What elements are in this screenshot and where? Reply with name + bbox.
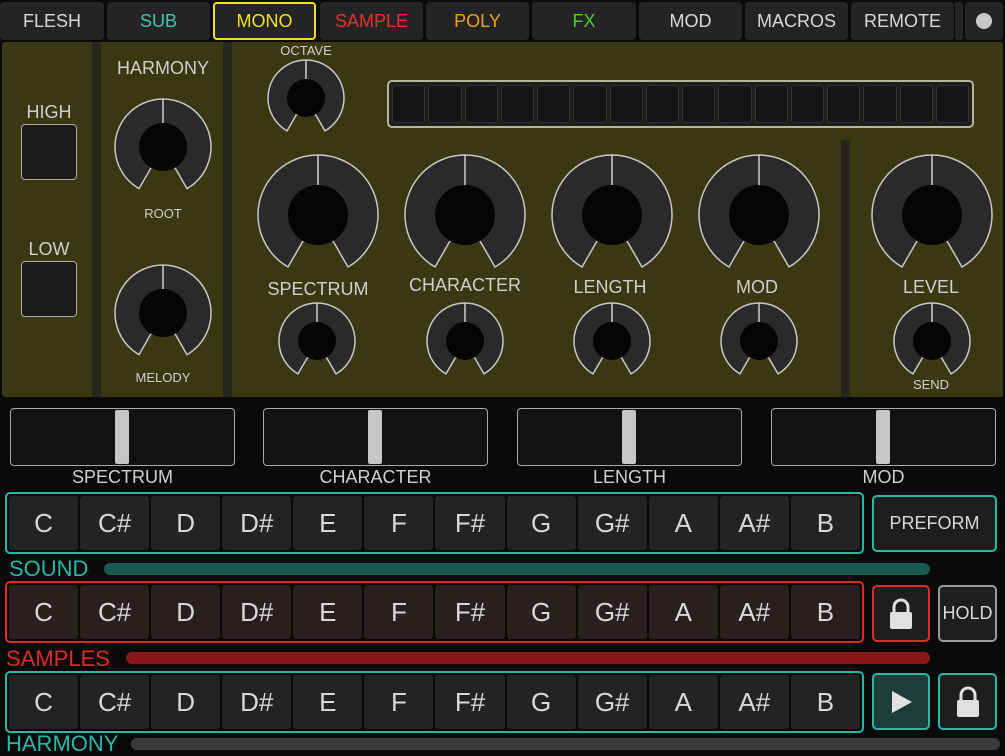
samples-key-g[interactable]: G [506, 585, 576, 639]
sound-key-b[interactable]: B [790, 496, 860, 550]
samples-key-gsharp[interactable]: G# [577, 585, 647, 639]
sound-key-c[interactable]: C [9, 496, 79, 550]
length-slider[interactable] [517, 408, 742, 466]
character-knob[interactable] [404, 154, 526, 268]
mod-slider[interactable] [771, 408, 996, 466]
step-cell[interactable] [537, 85, 571, 123]
step-cell[interactable] [718, 85, 752, 123]
sound-key-csharp[interactable]: C# [80, 496, 150, 550]
step-cell[interactable] [573, 85, 607, 123]
mod-slider-label: MOD [862, 467, 905, 487]
spectrum-knob[interactable] [257, 154, 379, 268]
melody-knob[interactable] [114, 264, 212, 356]
preform-button[interactable]: PREFORM [872, 495, 997, 552]
sound-key-g[interactable]: G [506, 496, 576, 550]
step-cell[interactable] [609, 85, 643, 123]
harmony-key-a[interactable]: A [648, 675, 718, 729]
spectrum-slider[interactable] [10, 408, 235, 466]
harmony-key-csharp[interactable]: C# [80, 675, 150, 729]
sound-key-a[interactable]: A [648, 496, 718, 550]
step-cell[interactable] [827, 85, 861, 123]
sound-label: SOUND [9, 556, 89, 581]
harmony-keyboard: C C# D D# E F F# G G# A A# B [5, 671, 864, 733]
step-cell[interactable] [645, 85, 679, 123]
samples-key-c[interactable]: C [9, 585, 79, 639]
sound-key-e[interactable]: E [293, 496, 363, 550]
harmony-key-f[interactable]: F [364, 675, 434, 729]
harmony-key-fsharp[interactable]: F# [435, 675, 505, 729]
character-slider-label: CHARACTER [319, 467, 432, 487]
step-cell[interactable] [754, 85, 788, 123]
step-cell[interactable] [790, 85, 824, 123]
slider-thumb[interactable] [622, 410, 636, 464]
samples-key-b[interactable]: B [790, 585, 860, 639]
harmony-key-d[interactable]: D [151, 675, 221, 729]
spectrum-slider-label: SPECTRUM [71, 467, 173, 487]
mod-knob[interactable] [698, 154, 820, 268]
samples-level-bar[interactable] [126, 652, 930, 664]
harmony-key-e[interactable]: E [293, 675, 363, 729]
samples-key-asharp[interactable]: A# [719, 585, 789, 639]
step-cell[interactable] [935, 85, 969, 123]
samples-key-csharp[interactable]: C# [80, 585, 150, 639]
sound-keyboard: C C# D D# E F F# G G# A A# B [5, 492, 864, 554]
harmony-key-g[interactable]: G [506, 675, 576, 729]
harmony-lock-button[interactable] [938, 673, 997, 730]
step-cell[interactable] [863, 85, 897, 123]
slider-thumb[interactable] [115, 410, 129, 464]
samples-keyboard: C C# D D# E F F# G G# A A# B [5, 581, 864, 643]
samples-lock-button[interactable] [872, 585, 930, 642]
step-cell[interactable] [682, 85, 716, 123]
samples-key-fsharp[interactable]: F# [435, 585, 505, 639]
hold-button[interactable]: HOLD [938, 585, 997, 642]
step-cell[interactable] [392, 85, 426, 123]
harmony-key-c[interactable]: C [9, 675, 79, 729]
knob-layer [114, 59, 993, 375]
samples-key-a[interactable]: A [648, 585, 718, 639]
play-icon [892, 690, 912, 713]
sound-key-gsharp[interactable]: G# [577, 496, 647, 550]
step-cell[interactable] [500, 85, 534, 123]
spectrum-mod-knob[interactable] [278, 302, 356, 375]
sound-key-fsharp[interactable]: F# [435, 496, 505, 550]
step-sequencer [387, 80, 974, 128]
samples-key-dsharp[interactable]: D# [222, 585, 292, 639]
samples-label: SAMPLES [6, 646, 110, 671]
samples-key-f[interactable]: F [364, 585, 434, 639]
harmony-key-dsharp[interactable]: D# [222, 675, 292, 729]
slider-thumb[interactable] [368, 410, 382, 464]
send-knob[interactable] [893, 302, 971, 375]
sound-level-bar[interactable] [104, 563, 930, 575]
sound-key-dsharp[interactable]: D# [222, 496, 292, 550]
harmony-key-b[interactable]: B [790, 675, 860, 729]
lock-icon [956, 686, 979, 717]
harmony-key-gsharp[interactable]: G# [577, 675, 647, 729]
level-knob[interactable] [871, 154, 993, 268]
harmony-row-label: HARMONY [6, 731, 119, 756]
step-cell[interactable] [464, 85, 498, 123]
play-button[interactable] [872, 673, 930, 730]
length-knob[interactable] [551, 154, 673, 268]
length-slider-label: LENGTH [592, 467, 666, 487]
character-mod-knob[interactable] [426, 302, 504, 375]
samples-key-d[interactable]: D [151, 585, 221, 639]
slider-thumb[interactable] [876, 410, 890, 464]
octave-knob[interactable] [267, 59, 345, 132]
step-cell[interactable] [899, 85, 933, 123]
sound-key-f[interactable]: F [364, 496, 434, 550]
samples-key-e[interactable]: E [293, 585, 363, 639]
mod-mod-knob[interactable] [720, 302, 798, 375]
sound-key-d[interactable]: D [151, 496, 221, 550]
harmony-level-bar[interactable] [131, 738, 1000, 750]
root-knob[interactable] [114, 98, 212, 190]
step-cell[interactable] [428, 85, 462, 123]
sound-key-asharp[interactable]: A# [719, 496, 789, 550]
lock-icon [890, 598, 912, 629]
character-slider[interactable] [263, 408, 488, 466]
length-mod-knob[interactable] [573, 302, 651, 375]
harmony-key-asharp[interactable]: A# [719, 675, 789, 729]
